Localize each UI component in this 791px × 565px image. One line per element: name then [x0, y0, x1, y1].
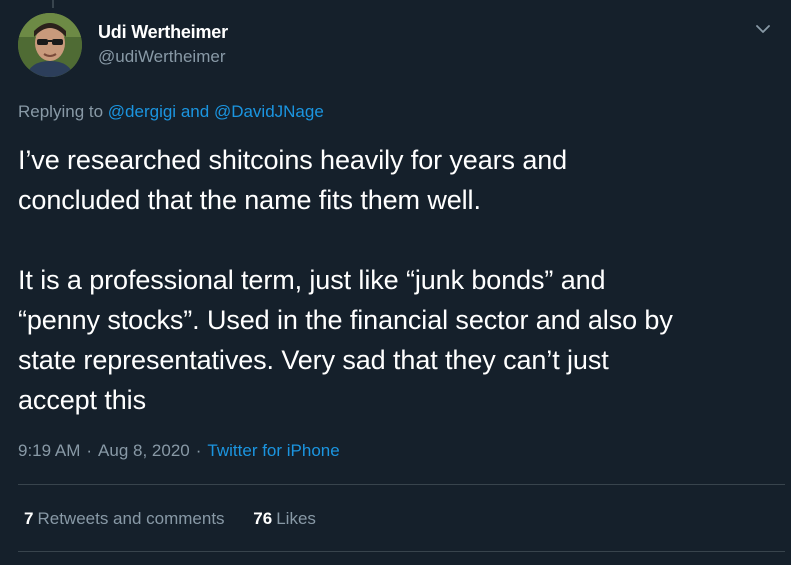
divider — [18, 551, 785, 552]
tweet-source-link[interactable]: Twitter for iPhone — [207, 441, 339, 460]
tweet-menu-button[interactable] — [753, 19, 773, 39]
reply-mention-dergigi[interactable]: @dergigi — [108, 102, 176, 121]
divider — [18, 484, 785, 485]
tweet-paragraph: It is a professional term, just like “ju… — [18, 265, 673, 415]
author-display-name[interactable]: Udi Wertheimer — [98, 21, 228, 43]
avatar-photo-icon — [18, 13, 82, 77]
likes-label: Likes — [276, 509, 316, 528]
author-block: Udi Wertheimer @udiWertheimer — [98, 21, 228, 69]
chevron-down-icon — [756, 25, 770, 33]
tweet-header: Udi Wertheimer @udiWertheimer — [18, 13, 773, 81]
reply-conjunction[interactable]: and — [181, 102, 209, 121]
tweet-stats: 7 Retweets and comments 76 Likes — [24, 507, 340, 531]
tweet-time[interactable]: 9:19 AM — [18, 441, 80, 460]
meta-separator: · — [86, 441, 93, 460]
tweet-paragraph: I’ve researched shitcoins heavily for ye… — [18, 145, 568, 215]
replying-to-line: Replying to @dergigi and @DavidJNage — [18, 100, 324, 124]
likes-count: 76 — [253, 509, 273, 528]
likes-stat[interactable]: 76 Likes — [253, 507, 316, 531]
thread-connector-line — [52, 0, 54, 8]
retweets-count: 7 — [24, 509, 34, 528]
author-handle[interactable]: @udiWertheimer — [98, 45, 228, 69]
tweet-metadata: 9:19 AM · Aug 8, 2020 · Twitter for iPhone — [18, 439, 340, 463]
meta-separator: · — [195, 441, 202, 460]
retweets-stat[interactable]: 7 Retweets and comments — [24, 507, 225, 531]
reply-mention-davidjnage[interactable]: @DavidJNage — [214, 102, 324, 121]
replying-to-prefix: Replying to — [18, 102, 104, 121]
retweets-label: Retweets and comments — [37, 509, 225, 528]
avatar[interactable] — [18, 13, 82, 77]
tweet-date[interactable]: Aug 8, 2020 — [98, 441, 190, 460]
tweet-text: I’ve researched shitcoins heavily for ye… — [18, 140, 788, 420]
